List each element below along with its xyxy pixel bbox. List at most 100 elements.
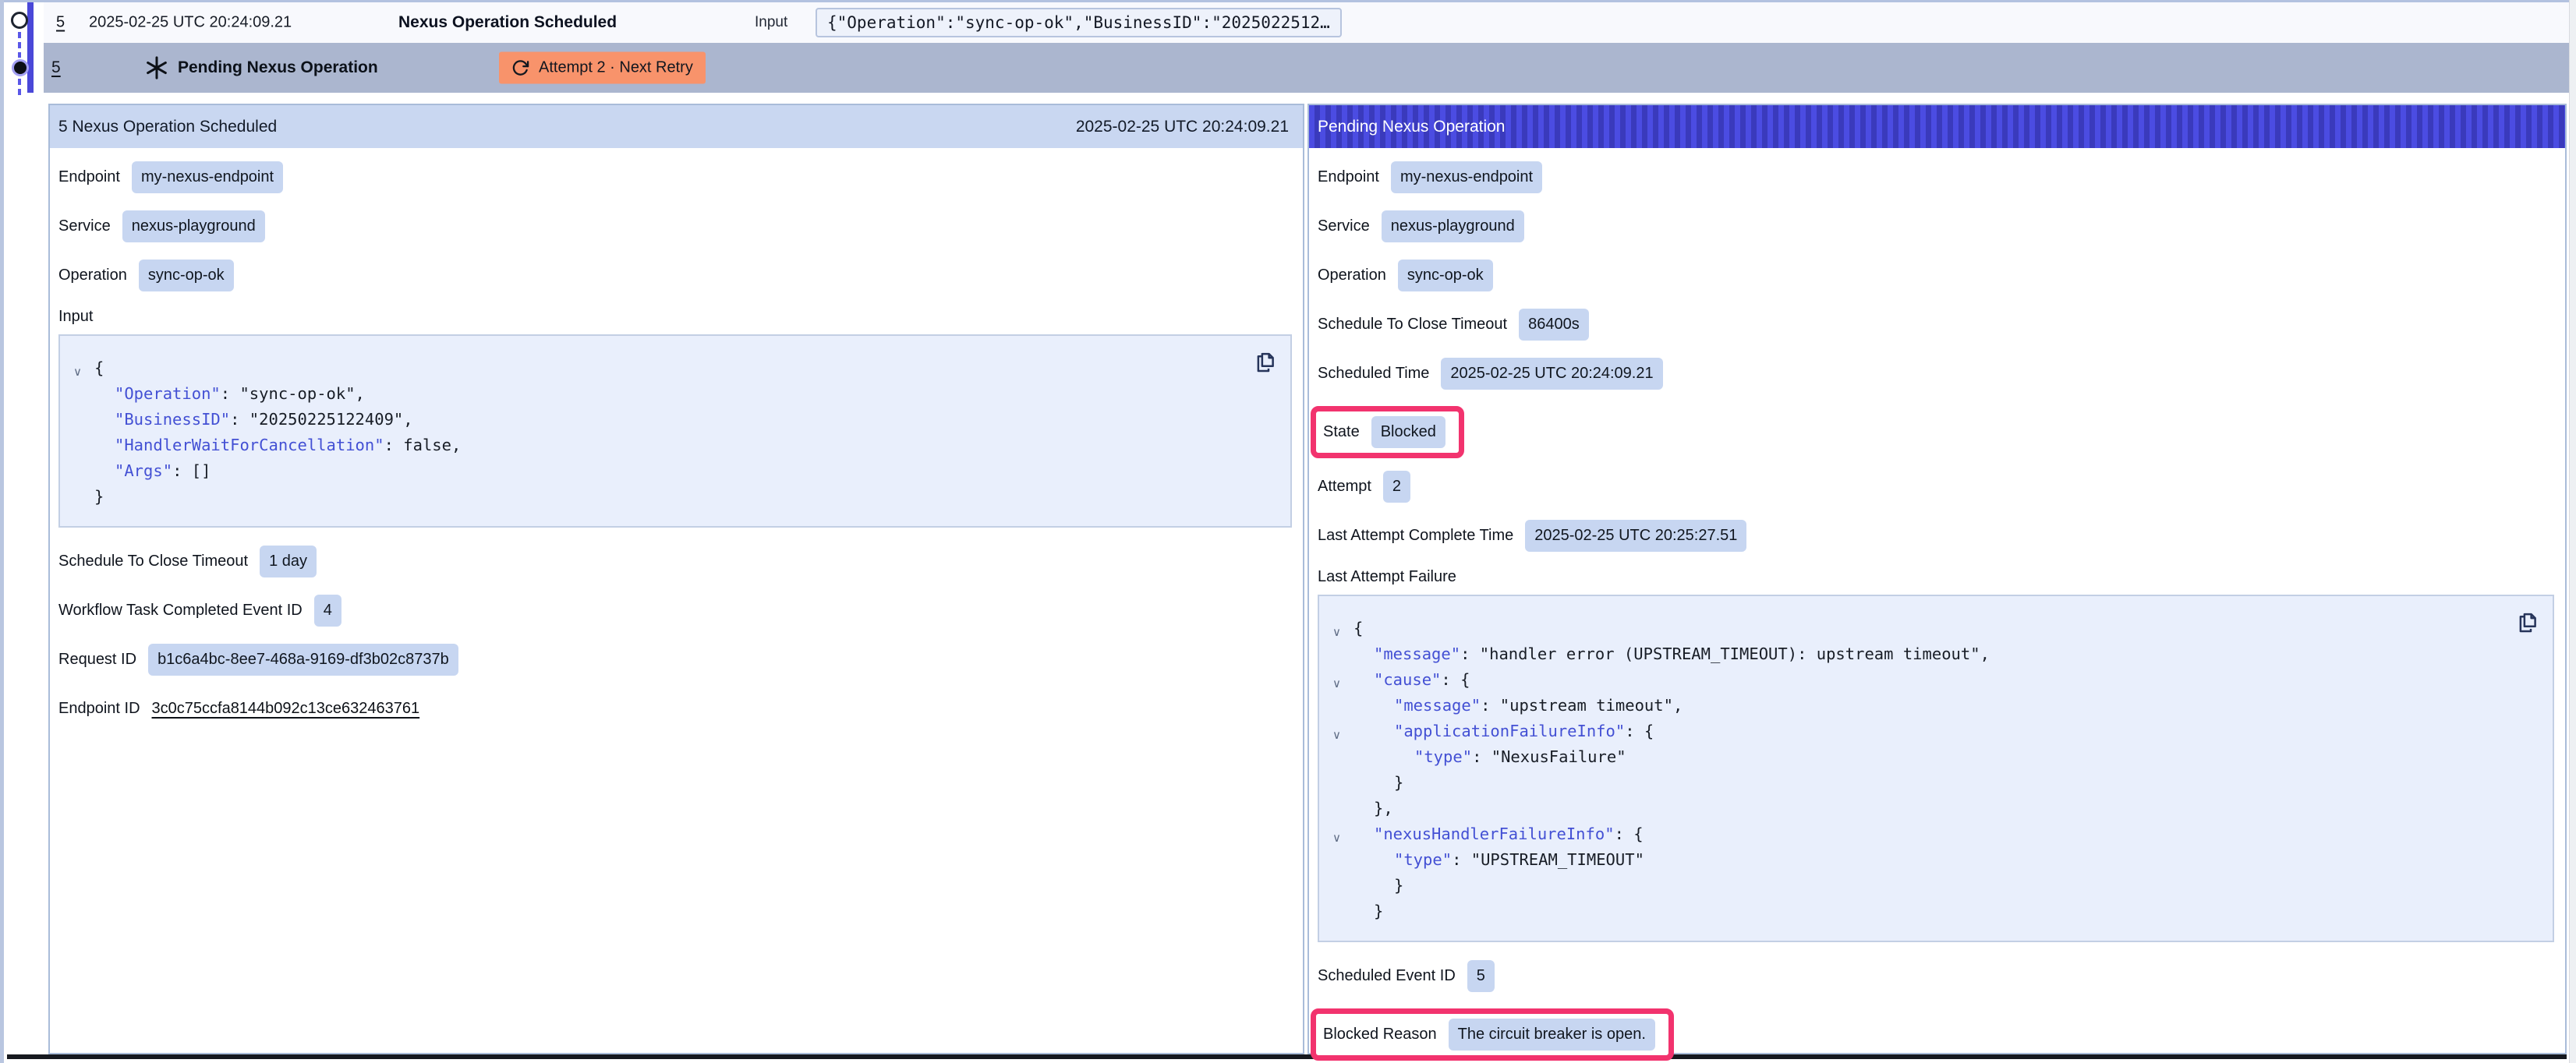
field-value-badge: 2: [1383, 471, 1410, 503]
field-value-badge: nexus-playground: [1382, 210, 1524, 242]
scheduled-panel-title: 5 Nexus Operation Scheduled: [58, 118, 277, 136]
field-label: Operation: [58, 267, 127, 284]
scheduled-panel-header: 5 Nexus Operation Scheduled 2025-02-25 U…: [50, 105, 1303, 148]
field-service: Service nexus-playground: [58, 210, 1292, 242]
field-label: State: [1323, 423, 1360, 441]
scrollbar-track[interactable]: [2569, 0, 2576, 1063]
json-key: "nexusHandlerFailureInfo": [1374, 825, 1615, 843]
field-label: Blocked Reason: [1323, 1026, 1437, 1044]
field-value-badge: 86400s: [1519, 309, 1589, 341]
field-workflow-task-completed-event-id: Workflow Task Completed Event ID 4: [58, 594, 1292, 627]
code-line: "type": "NexusFailure": [1325, 744, 2506, 770]
field-value-badge: 5: [1467, 960, 1495, 992]
code-line: }: [1325, 873, 2506, 899]
json-key: "Args": [115, 461, 172, 480]
input-label: Input: [755, 14, 787, 31]
field-label: Schedule To Close Timeout: [58, 553, 248, 570]
json-token: }: [1394, 773, 1403, 792]
json-token: []: [192, 461, 211, 480]
left-edge-border: [0, 0, 4, 1063]
copy-icon[interactable]: [1253, 351, 1276, 375]
retry-badge-label: Attempt 2 · Next Retry: [539, 59, 693, 77]
event-title: Nexus Operation Scheduled: [398, 13, 617, 32]
json-token: :: [221, 384, 240, 403]
field-label: Last Attempt Complete Time: [1318, 527, 1513, 545]
json-token: }: [94, 487, 104, 506]
event-row-pending[interactable]: 5 Pending Nexus Operation Attempt 2 · Ne…: [44, 43, 2570, 93]
code-line: "HandlerWaitForCancellation": false,: [66, 433, 1244, 458]
field-endpoint: Endpoint my-nexus-endpoint: [58, 161, 1292, 193]
field-label: Operation: [1318, 267, 1386, 284]
field-value-badge: sync-op-ok: [139, 260, 234, 291]
json-key: "type": [1394, 850, 1452, 869]
pending-title: Pending Nexus Operation: [178, 58, 378, 77]
selected-group-indicator-bar: [27, 2, 34, 93]
event-timestamp: 2025-02-25 UTC 20:24:09.21: [89, 14, 292, 32]
json-token: :: [1625, 722, 1644, 740]
code-line: "type": "UPSTREAM_TIMEOUT": [1325, 847, 2506, 873]
event-history-page: 5 2025-02-25 UTC 20:24:09.21 Nexus Opera…: [0, 0, 2576, 1063]
code-line: "message": "handler error (UPSTREAM_TIME…: [1325, 641, 2506, 667]
field-value-badge: my-nexus-endpoint: [132, 161, 283, 193]
json-key: "Operation": [115, 384, 221, 403]
json-key: "cause": [1374, 670, 1441, 689]
field-value-badge: my-nexus-endpoint: [1391, 161, 1542, 193]
field-value-badge: nexus-playground: [122, 210, 265, 242]
copy-icon[interactable]: [2515, 612, 2539, 635]
json-token: :: [1452, 850, 1471, 869]
json-token: {: [1353, 619, 1363, 637]
field-label: Endpoint: [58, 168, 120, 186]
json-token: "20250225122409",: [249, 410, 413, 429]
json-token: {: [94, 358, 104, 377]
field-value-badge: sync-op-ok: [1398, 260, 1493, 291]
input-preview-badge[interactable]: {"Operation":"sync-op-ok","BusinessID":"…: [816, 8, 1342, 37]
json-token: :: [384, 436, 404, 454]
event-id-link[interactable]: 5: [56, 14, 65, 32]
code-line: "message": "upstream timeout",: [1325, 693, 2506, 719]
field-label: Service: [58, 217, 111, 235]
event-row-scheduled[interactable]: 5 2025-02-25 UTC 20:24:09.21 Nexus Opera…: [44, 2, 2570, 43]
json-token: }: [1394, 876, 1403, 895]
retry-icon: [511, 59, 529, 77]
json-token: "UPSTREAM_TIMEOUT": [1471, 850, 1644, 869]
field-service: Servicenexus-playground: [1318, 210, 2554, 242]
field-last-attempt-complete-time: Last Attempt Complete Time2025-02-25 UTC…: [1318, 519, 2554, 552]
json-key: "HandlerWaitForCancellation": [115, 436, 384, 454]
failure-code-block: ∨{"message": "handler error (UPSTREAM_TI…: [1318, 595, 2554, 942]
field-label: Request ID: [58, 651, 136, 669]
field-endpoint: Endpointmy-nexus-endpoint: [1318, 161, 2554, 193]
json-token: "handler error (UPSTREAM_TIMEOUT): upstr…: [1480, 645, 1990, 663]
event-id-link[interactable]: 5: [51, 58, 61, 77]
code-line: "Operation": "sync-op-ok",: [66, 381, 1244, 407]
field-value-link[interactable]: 3c0c75ccfa8144b092c13ce632463761: [152, 700, 420, 718]
field-value-badge: 2025-02-25 UTC 20:24:09.21: [1441, 358, 1662, 390]
json-token: }: [1374, 902, 1383, 920]
section-label: Input: [58, 308, 1292, 326]
pending-panel-header: Pending Nexus Operation: [1309, 105, 2565, 148]
json-key: "message": [1394, 696, 1481, 715]
timeline-dashed-connector: [18, 79, 21, 97]
field-label: Schedule To Close Timeout: [1318, 316, 1507, 334]
field-endpoint-id: Endpoint ID3c0c75ccfa8144b092c13ce632463…: [58, 692, 1292, 725]
field-operation: Operation sync-op-ok: [1318, 259, 2554, 291]
retry-status-badge: Attempt 2 · Next Retry: [499, 52, 706, 84]
code-line: }: [1325, 899, 2506, 924]
next-event-divider: [7, 1054, 2567, 1059]
code-line: }: [1325, 770, 2506, 796]
field-value-badge: 1 day: [260, 546, 317, 577]
field-schedule-to-close-timeout: Schedule To Close Timeout 1 day: [58, 545, 1292, 577]
scheduled-panel-timestamp: 2025-02-25 UTC 20:24:09.21: [1076, 118, 1289, 136]
section-label: Last Attempt Failure: [1318, 568, 2554, 586]
pending-asterisk-icon: [145, 56, 168, 79]
field-blocked-reason: Blocked ReasonThe circuit breaker is ope…: [1318, 1008, 2554, 1061]
field-value-badge: b1c6a4bc-8ee7-468a-9169-df3b02c8737b: [148, 644, 458, 676]
field-label: Workflow Task Completed Event ID: [58, 602, 303, 620]
code-line: },: [1325, 796, 2506, 821]
timeline-dashed-connector: [18, 32, 21, 58]
field-label: Scheduled Event ID: [1318, 967, 1456, 985]
code-line: "BusinessID": "20250225122409",: [66, 407, 1244, 433]
json-token: "upstream timeout",: [1500, 696, 1683, 715]
json-token: :: [1472, 747, 1491, 766]
timeline-event-marker: [11, 12, 28, 29]
field-value-badge: 4: [314, 595, 341, 627]
